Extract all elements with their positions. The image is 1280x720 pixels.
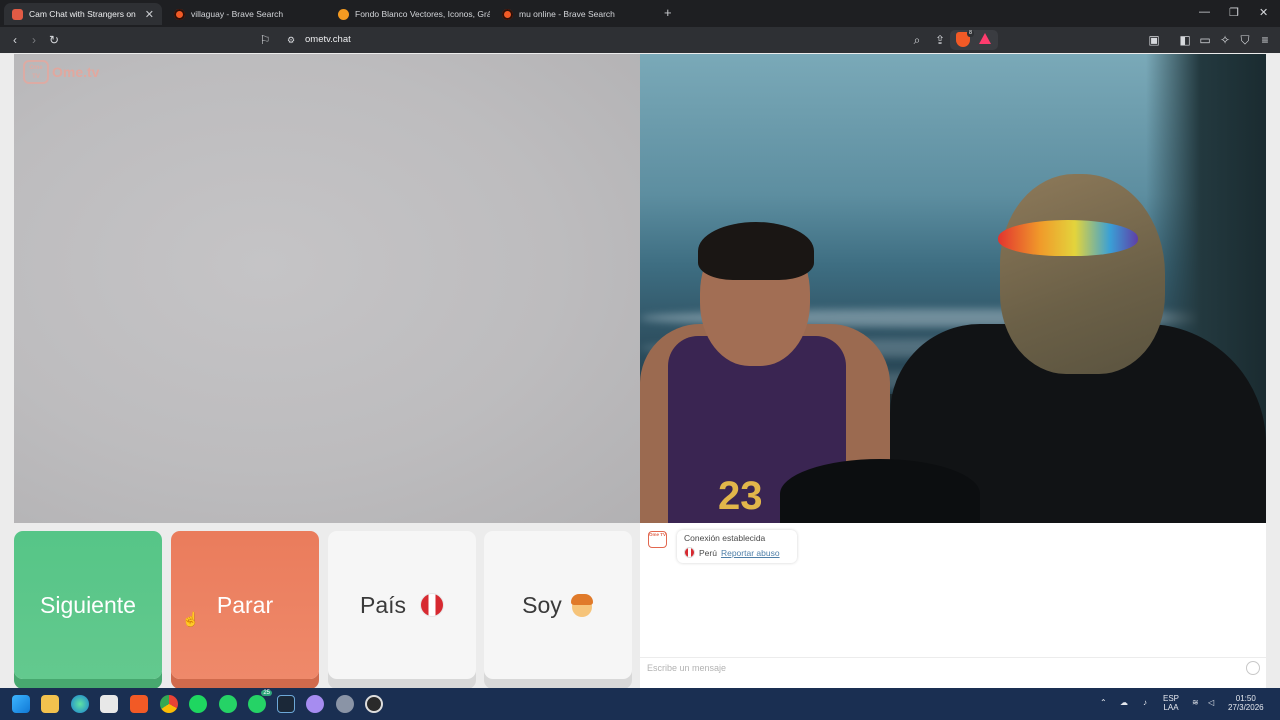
notification-badge: 25 (261, 690, 272, 696)
close-window-icon[interactable]: ✕ (1259, 6, 1268, 19)
maximize-icon[interactable]: ❐ (1229, 6, 1239, 19)
language-indicator[interactable]: ESP LAA (1163, 694, 1179, 712)
vpn-icon[interactable]: ⛉ (1238, 33, 1252, 47)
local-video: Ome TV Ome.tv (14, 54, 640, 523)
mic-tray-icon[interactable]: ♪ (1143, 698, 1147, 707)
hand-cursor-icon: ☝ (182, 611, 200, 627)
spotify-icon[interactable] (189, 695, 207, 713)
browser-toolbar: ‹ › ↻ ⚐ ⚙ ometv.chat ⌕ ⇪ 8 ▣ ◧ ▭ ✧ ⛉ ≡ (0, 27, 1280, 53)
wallet-icon[interactable]: ▭ (1198, 33, 1212, 47)
clock-time: 01:50 (1235, 694, 1256, 703)
ometv-favicon-icon (12, 8, 23, 20)
sidebar-icon[interactable]: ◧ (1178, 33, 1192, 47)
whatsapp-icon[interactable] (219, 695, 237, 713)
sunglasses (998, 220, 1138, 256)
minimize-icon[interactable]: — (1199, 6, 1210, 18)
person-right-head (1000, 174, 1165, 374)
edge-icon[interactable] (71, 695, 89, 713)
share-icon[interactable]: ⇪ (933, 33, 947, 47)
tray-chevron-icon[interactable]: ⌃ (1100, 698, 1107, 707)
message-input[interactable] (640, 658, 1200, 678)
file-explorer-icon[interactable] (41, 695, 59, 713)
chrome-icon[interactable] (160, 695, 178, 713)
jersey-number: 23 (718, 474, 763, 518)
connection-message: Conexión establecida Perú Reportar abuso (677, 530, 797, 563)
leo-icon[interactable]: ▣ (1147, 33, 1161, 47)
onedrive-icon[interactable]: ☁ (1120, 698, 1128, 707)
ometv-logo[interactable]: Ome TV Ome.tv (23, 60, 99, 84)
ometv-page: Ome TV Ome.tv 23 Siguiente Parar País So… (0, 53, 1280, 688)
tab-title: Fondo Blanco Vectores, Iconos, Gráfi (355, 9, 490, 19)
store-icon[interactable] (100, 695, 118, 713)
volume-icon[interactable]: ◁ (1208, 698, 1214, 707)
report-abuse-link[interactable]: Reportar abuso (721, 548, 780, 558)
connection-status: Conexión establecida (684, 533, 766, 543)
whatsapp-business-icon[interactable]: 25 (248, 690, 272, 713)
close-tab-icon[interactable]: ✕ (139, 8, 154, 21)
brave-favicon-icon (502, 8, 513, 20)
emoji-icon[interactable] (1246, 661, 1260, 675)
ometv-chat-icon: Ome TV (648, 531, 667, 548)
freepik-favicon-icon (338, 8, 349, 20)
clock[interactable]: 01:50 27/3/2026 (1228, 694, 1264, 712)
discord-icon[interactable] (306, 695, 324, 713)
country-button-label: País (359, 591, 407, 618)
logo-text: Ome.tv (52, 64, 100, 80)
new-tab-icon[interactable]: + (664, 5, 672, 20)
address-bar[interactable]: ometv.chat (305, 34, 351, 45)
ai-icon[interactable]: ✧ (1218, 33, 1232, 47)
gender-button-label: Soy (522, 591, 562, 618)
shield-badge: 8 (967, 30, 974, 37)
brave-taskbar-icon[interactable] (130, 695, 148, 713)
tab-title: mu online - Brave Search (519, 9, 615, 19)
windows-taskbar: 25 ⌃ ☁ ♪ ESP LAA ≋ ◁ 01:50 27/3/2026 (0, 688, 1280, 720)
back-icon[interactable]: ‹ (8, 33, 22, 47)
obs-icon[interactable] (365, 695, 383, 713)
tab-title: villaguay - Brave Search (191, 9, 284, 19)
site-settings-icon[interactable]: ⚙ (284, 33, 298, 47)
chat-panel: Ome TV Conexión establecida Perú Reporta… (640, 523, 1266, 688)
wifi-icon[interactable]: ≋ (1192, 698, 1199, 707)
tab-fondo-blanco[interactable]: Fondo Blanco Vectores, Iconos, Gráfi (330, 3, 490, 25)
windows-start-icon[interactable] (12, 695, 30, 713)
boy-emoji-icon (570, 593, 594, 617)
brave-favicon-icon (174, 8, 185, 20)
language: ESP (1163, 694, 1180, 703)
microphone (780, 459, 980, 523)
settings-icon[interactable] (336, 695, 354, 713)
brave-rewards-icon[interactable] (979, 33, 991, 44)
steam-icon[interactable] (277, 695, 295, 713)
menu-icon[interactable]: ≡ (1258, 33, 1272, 47)
gender-button[interactable]: Soy (484, 531, 632, 679)
peru-flag-icon (684, 547, 695, 558)
tab-mu-online[interactable]: mu online - Brave Search (494, 3, 654, 25)
person-left-hair (698, 222, 814, 280)
clock-date: 27/3/2026 (1228, 703, 1264, 712)
stop-button-label: Parar (216, 591, 274, 618)
brave-shield-icon[interactable]: 8 (956, 30, 974, 47)
tv-icon: Ome TV (23, 60, 49, 84)
next-button-label: Siguiente (40, 591, 136, 618)
tab-title: Cam Chat with Strangers on (29, 9, 136, 19)
zoom-icon[interactable]: ⌕ (910, 33, 924, 47)
country-button[interactable]: País (328, 531, 476, 679)
stop-button[interactable]: Parar (171, 531, 319, 679)
bookmark-icon[interactable]: ⚐ (258, 33, 272, 47)
reload-icon[interactable]: ↻ (47, 33, 61, 47)
forward-icon[interactable]: › (27, 33, 41, 47)
tab-ometv[interactable]: Cam Chat with Strangers on ✕ (4, 3, 162, 25)
remote-video: 23 (640, 54, 1266, 523)
message-box (640, 657, 1266, 678)
tab-villaguay[interactable]: villaguay - Brave Search (166, 3, 326, 25)
tab-strip: Cam Chat with Strangers on ✕ villaguay -… (0, 0, 1280, 27)
peru-flag-icon (420, 593, 445, 617)
next-button[interactable]: Siguiente (14, 531, 162, 679)
keyboard-layout: LAA (1163, 703, 1179, 712)
partner-country: Perú (699, 547, 717, 558)
